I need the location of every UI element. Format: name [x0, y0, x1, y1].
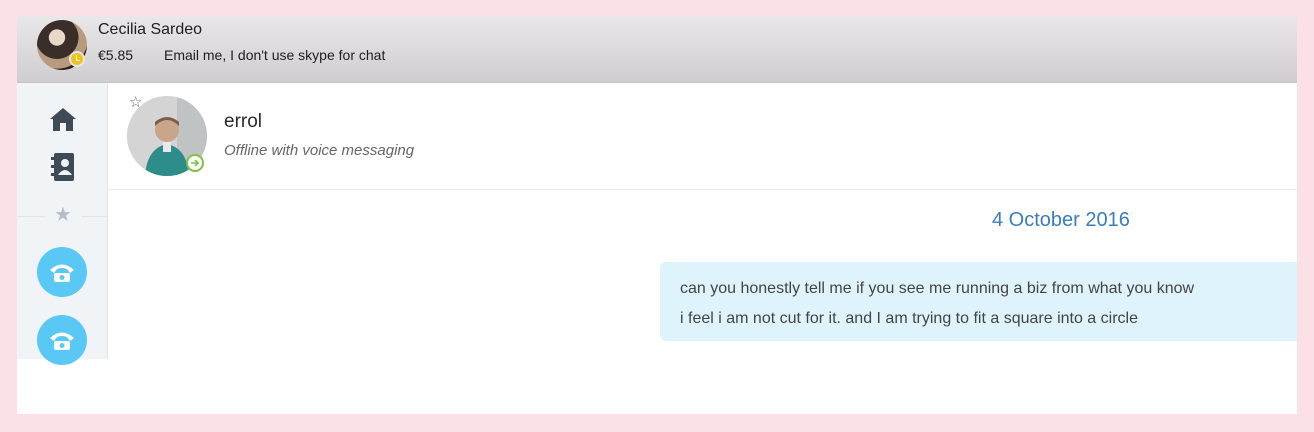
profile-bar: Cecilia Sardeo €5.85 Email me, I don't u…	[17, 16, 1297, 83]
favorite-star-icon[interactable]: ☆	[129, 95, 142, 110]
contacts-icon[interactable]	[45, 149, 81, 185]
mood-message[interactable]: Email me, I don't use skype for chat	[164, 47, 385, 63]
home-icon[interactable]	[45, 101, 81, 137]
sidebar: ★	[17, 83, 108, 365]
message-line: can you honestly tell me if you see me r…	[680, 280, 1195, 297]
skype-window: Cecilia Sardeo €5.85 Email me, I don't u…	[17, 16, 1297, 414]
contact-header: ☆ errol Offline with voice messaging	[108, 83, 1297, 190]
call-button[interactable]	[37, 315, 87, 365]
message-line: i feel i am not cut for it. and I am try…	[680, 310, 1138, 327]
call-button[interactable]	[37, 247, 87, 297]
credit-balance[interactable]: €5.85	[98, 47, 133, 63]
phone-icon	[50, 264, 74, 282]
contact-name: errol	[224, 111, 263, 132]
message-bubble[interactable]: can you honestly tell me if you see me r…	[660, 262, 1297, 341]
contact-status: Offline with voice messaging	[224, 142, 415, 159]
away-status-icon	[69, 51, 85, 67]
favorites-star-icon[interactable]: ★	[45, 201, 81, 229]
call-forwarding-icon	[186, 154, 204, 172]
user-name: Cecilia Sardeo	[98, 21, 203, 38]
phone-icon	[50, 332, 74, 350]
conversation-date: 4 October 2016	[992, 209, 1130, 231]
